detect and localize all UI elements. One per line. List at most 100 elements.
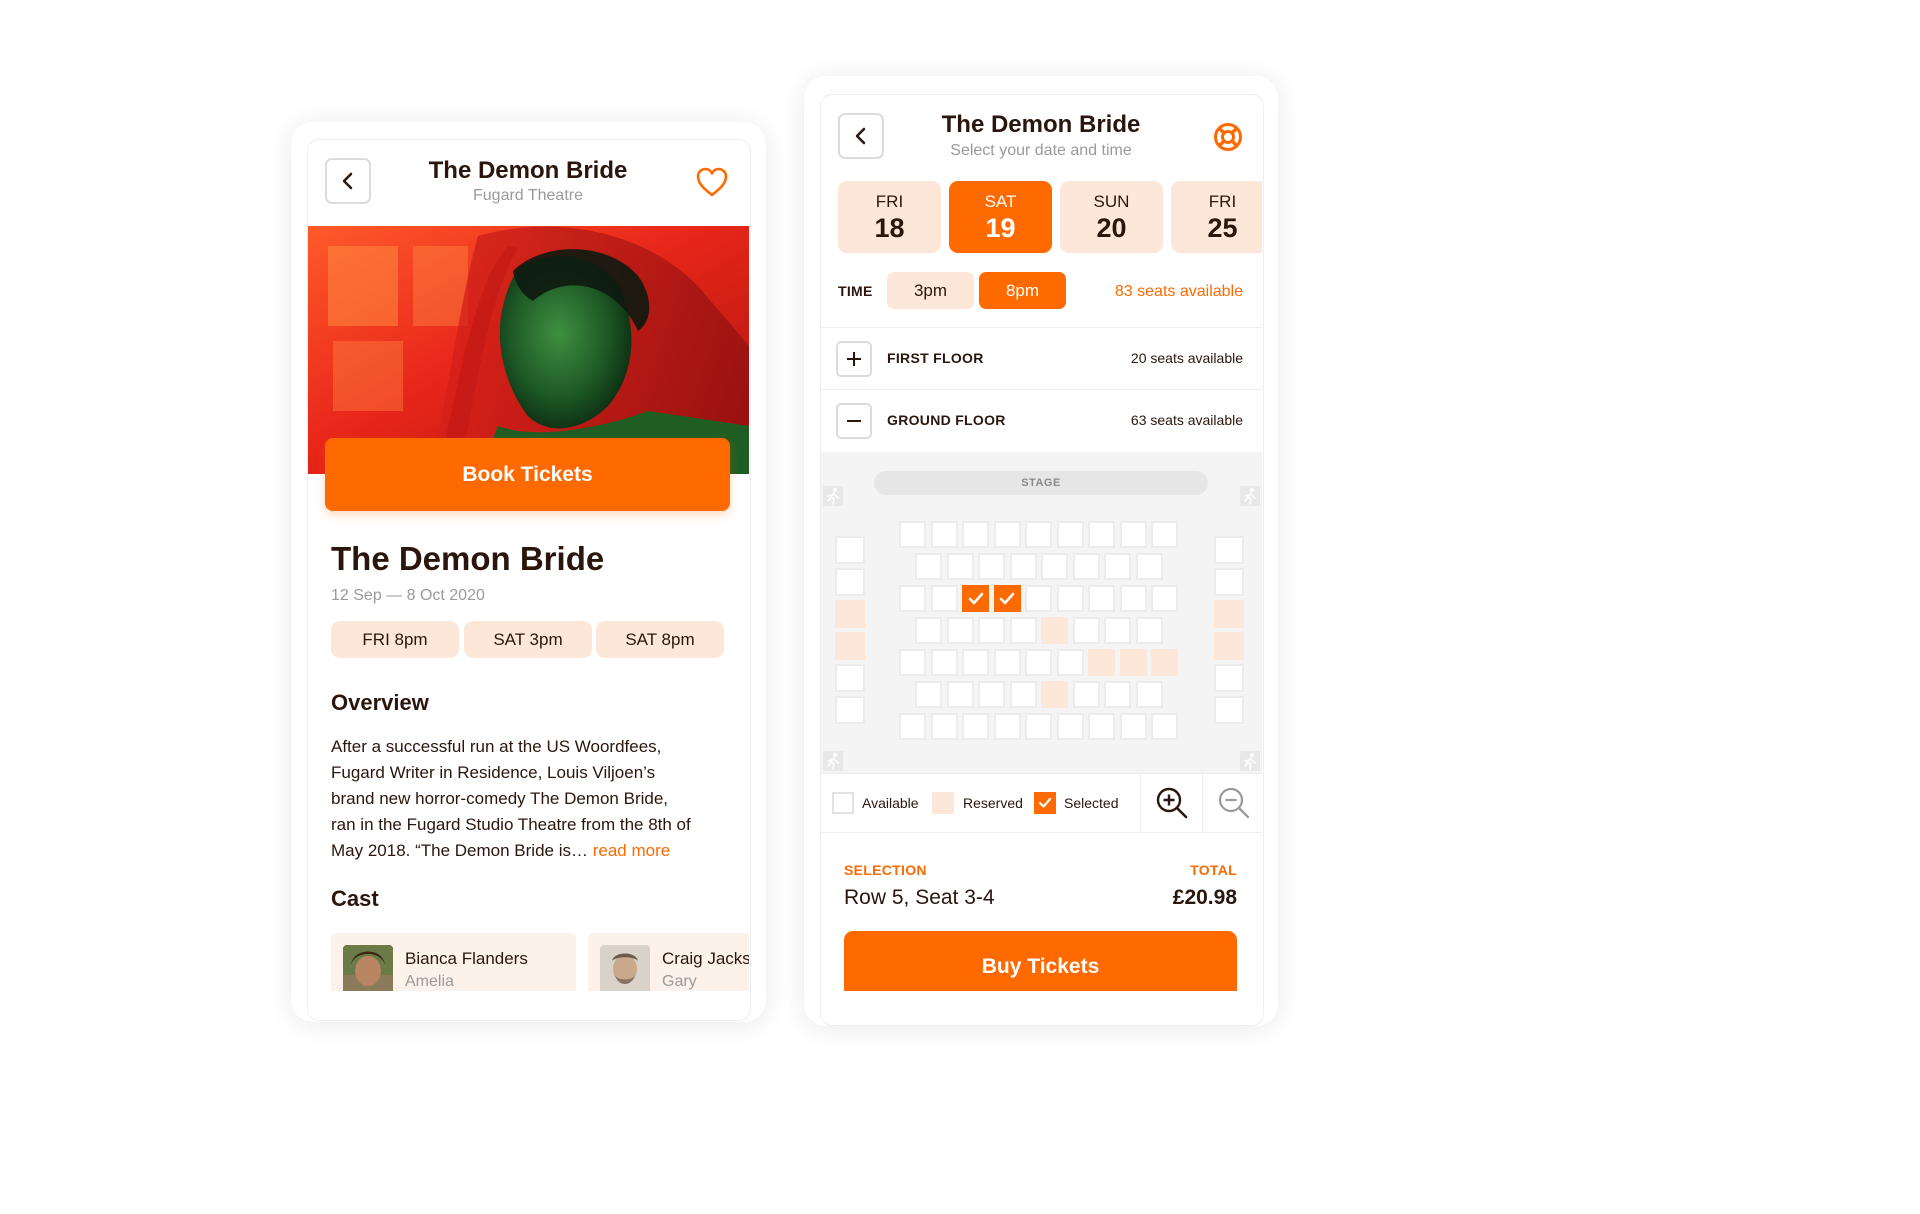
seat[interactable]: [1151, 713, 1178, 740]
showtime-chip[interactable]: SAT 3pm: [464, 621, 592, 658]
seat[interactable]: [1072, 617, 1100, 644]
seat[interactable]: [1151, 521, 1178, 548]
seat[interactable]: [1009, 681, 1037, 708]
seat[interactable]: [1088, 713, 1115, 740]
seat[interactable]: [962, 713, 989, 740]
seat[interactable]: [1104, 617, 1131, 644]
read-more-link[interactable]: read more: [593, 841, 670, 860]
seat-selected[interactable]: [962, 585, 989, 612]
seat[interactable]: [915, 617, 942, 644]
seat[interactable]: [1009, 617, 1037, 644]
seat[interactable]: [1056, 585, 1084, 612]
seat[interactable]: [1088, 521, 1115, 548]
seat-reserved[interactable]: [1088, 649, 1115, 676]
seat[interactable]: [1025, 585, 1052, 612]
seat-map[interactable]: STAGE: [821, 452, 1262, 773]
hero-image: [308, 226, 749, 474]
seat-reserved[interactable]: [1119, 649, 1147, 676]
seat[interactable]: [915, 681, 942, 708]
collapse-button[interactable]: [836, 403, 872, 439]
side-seat[interactable]: [835, 696, 865, 724]
side-seat[interactable]: [835, 568, 865, 596]
overview-line: May 2018. “The Demon Bride is… read more: [331, 838, 741, 864]
seat[interactable]: [1104, 553, 1131, 580]
seat[interactable]: [1135, 617, 1163, 644]
side-seat-reserved[interactable]: [835, 632, 865, 660]
side-seat[interactable]: [1214, 536, 1244, 564]
seat[interactable]: [1056, 521, 1084, 548]
seat[interactable]: [930, 713, 958, 740]
seat-reserved[interactable]: [1151, 649, 1178, 676]
seat[interactable]: [946, 617, 974, 644]
seat[interactable]: [962, 521, 989, 548]
side-seat[interactable]: [1214, 568, 1244, 596]
seat[interactable]: [899, 713, 926, 740]
floor-row-first[interactable]: FIRST FLOOR 20 seats available: [821, 327, 1262, 390]
help-button[interactable]: [1213, 122, 1243, 152]
seat[interactable]: [1009, 553, 1037, 580]
side-seat[interactable]: [1214, 664, 1244, 692]
showtime-chip[interactable]: FRI 8pm: [331, 621, 459, 658]
seat[interactable]: [946, 681, 974, 708]
seat[interactable]: [1104, 681, 1131, 708]
seat[interactable]: [899, 585, 926, 612]
back-button[interactable]: [325, 158, 371, 204]
seat[interactable]: [978, 617, 1005, 644]
seat[interactable]: [899, 521, 926, 548]
seat[interactable]: [978, 681, 1005, 708]
seat[interactable]: [962, 649, 989, 676]
side-seat[interactable]: [1214, 696, 1244, 724]
seat[interactable]: [993, 713, 1021, 740]
seat[interactable]: [930, 585, 958, 612]
side-seat-reserved[interactable]: [835, 600, 865, 628]
seat[interactable]: [1041, 553, 1068, 580]
seat[interactable]: [1151, 585, 1178, 612]
seat[interactable]: [930, 649, 958, 676]
seat[interactable]: [1119, 585, 1147, 612]
cast-card[interactable]: Craig Jackson Gary: [588, 933, 749, 991]
showtime-chip[interactable]: SAT 8pm: [596, 621, 724, 658]
seat[interactable]: [1088, 585, 1115, 612]
favorite-button[interactable]: [695, 166, 729, 198]
cast-card[interactable]: Bianca Flanders Amelia: [331, 933, 576, 991]
seat-reserved[interactable]: [1041, 681, 1068, 708]
seat[interactable]: [993, 649, 1021, 676]
seat[interactable]: [1135, 553, 1163, 580]
seat[interactable]: [946, 553, 974, 580]
seat[interactable]: [978, 553, 1005, 580]
book-tickets-button[interactable]: Book Tickets: [325, 438, 730, 511]
floor-row-ground[interactable]: GROUND FLOOR 63 seats available: [821, 389, 1262, 452]
seat[interactable]: [1056, 713, 1084, 740]
side-seat[interactable]: [835, 664, 865, 692]
seat[interactable]: [1119, 713, 1147, 740]
cast-name: Craig Jackson: [662, 949, 749, 968]
seat-reserved[interactable]: [1041, 617, 1068, 644]
seat[interactable]: [1135, 681, 1163, 708]
seat[interactable]: [1119, 521, 1147, 548]
seat[interactable]: [1072, 681, 1100, 708]
seat[interactable]: [930, 521, 958, 548]
date-tile[interactable]: SUN 20: [1060, 181, 1163, 253]
seat[interactable]: [1025, 521, 1052, 548]
time-chip[interactable]: 3pm: [887, 272, 974, 309]
side-seat[interactable]: [835, 536, 865, 564]
zoom-out-button[interactable]: [1217, 786, 1251, 820]
back-button[interactable]: [838, 113, 884, 159]
side-seat-reserved[interactable]: [1214, 632, 1244, 660]
expand-button[interactable]: [836, 341, 872, 377]
side-seat-reserved[interactable]: [1214, 600, 1244, 628]
seat[interactable]: [915, 553, 942, 580]
seat-selected[interactable]: [993, 585, 1021, 612]
seat[interactable]: [1025, 649, 1052, 676]
seat[interactable]: [1025, 713, 1052, 740]
date-tile-selected[interactable]: SAT 19: [949, 181, 1052, 253]
date-tile[interactable]: FRI 18: [838, 181, 941, 253]
time-chip-selected[interactable]: 8pm: [979, 272, 1066, 309]
seat[interactable]: [1072, 553, 1100, 580]
seat[interactable]: [993, 521, 1021, 548]
buy-tickets-button[interactable]: Buy Tickets: [844, 931, 1237, 991]
seat[interactable]: [899, 649, 926, 676]
date-tile[interactable]: FRI 25: [1171, 181, 1262, 253]
zoom-in-button[interactable]: [1155, 786, 1189, 820]
seat[interactable]: [1056, 649, 1084, 676]
